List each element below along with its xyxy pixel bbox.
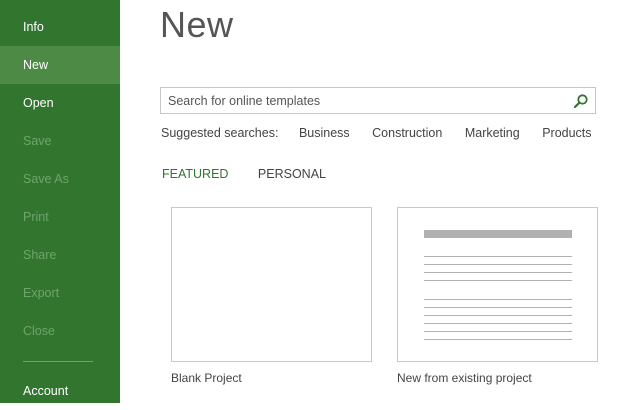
suggested-link-marketing[interactable]: Marketing xyxy=(465,126,520,140)
template-thumbnail-blank[interactable] xyxy=(171,207,372,362)
template-label: Blank Project xyxy=(171,371,242,385)
page-title: New xyxy=(160,4,234,45)
search-box[interactable] xyxy=(160,87,596,114)
tab-personal[interactable]: PERSONAL xyxy=(258,167,326,181)
document-line xyxy=(424,280,572,281)
document-line xyxy=(424,339,572,340)
template-blank-project[interactable]: Blank Project xyxy=(171,207,372,385)
template-thumbnail-existing[interactable] xyxy=(397,207,598,362)
nav-item-save-as: Save As xyxy=(23,172,69,186)
tab-featured[interactable]: FEATURED xyxy=(162,167,228,181)
document-header-bar xyxy=(424,230,572,238)
nav-item-export: Export xyxy=(23,286,60,300)
search-icon[interactable] xyxy=(573,93,589,109)
document-line xyxy=(424,315,572,316)
nav-item-save: Save xyxy=(23,134,52,148)
backstage-sidebar: Info New Open Save Save As Print Share E… xyxy=(0,0,120,403)
template-tabs: FEATURED PERSONAL xyxy=(162,167,326,181)
nav-item-account[interactable]: Account xyxy=(0,372,120,410)
suggested-searches-label: Suggested searches: xyxy=(161,126,279,140)
nav-item-info[interactable]: Info xyxy=(0,8,120,46)
suggested-searches: Suggested searches: Business Constructio… xyxy=(161,126,611,142)
search-input[interactable] xyxy=(168,88,568,113)
suggested-link-business[interactable]: Business xyxy=(299,126,350,140)
nav-item-new[interactable]: New xyxy=(0,46,120,84)
document-line xyxy=(424,331,572,332)
nav-item-share: Share xyxy=(23,248,57,262)
document-line xyxy=(424,256,572,257)
document-line xyxy=(424,307,572,308)
template-label: New from existing project xyxy=(397,371,532,385)
document-line xyxy=(424,299,572,300)
document-line xyxy=(424,272,572,273)
nav-item-close: Close xyxy=(23,324,55,338)
nav-divider xyxy=(23,361,93,362)
document-line xyxy=(424,264,572,265)
nav-item-print: Print xyxy=(23,210,49,224)
template-new-from-existing[interactable]: New from existing project xyxy=(397,207,598,385)
document-line xyxy=(424,323,572,324)
nav-item-open[interactable]: Open xyxy=(0,84,120,122)
suggested-link-products[interactable]: Products xyxy=(542,126,591,140)
suggested-link-construction[interactable]: Construction xyxy=(372,126,442,140)
